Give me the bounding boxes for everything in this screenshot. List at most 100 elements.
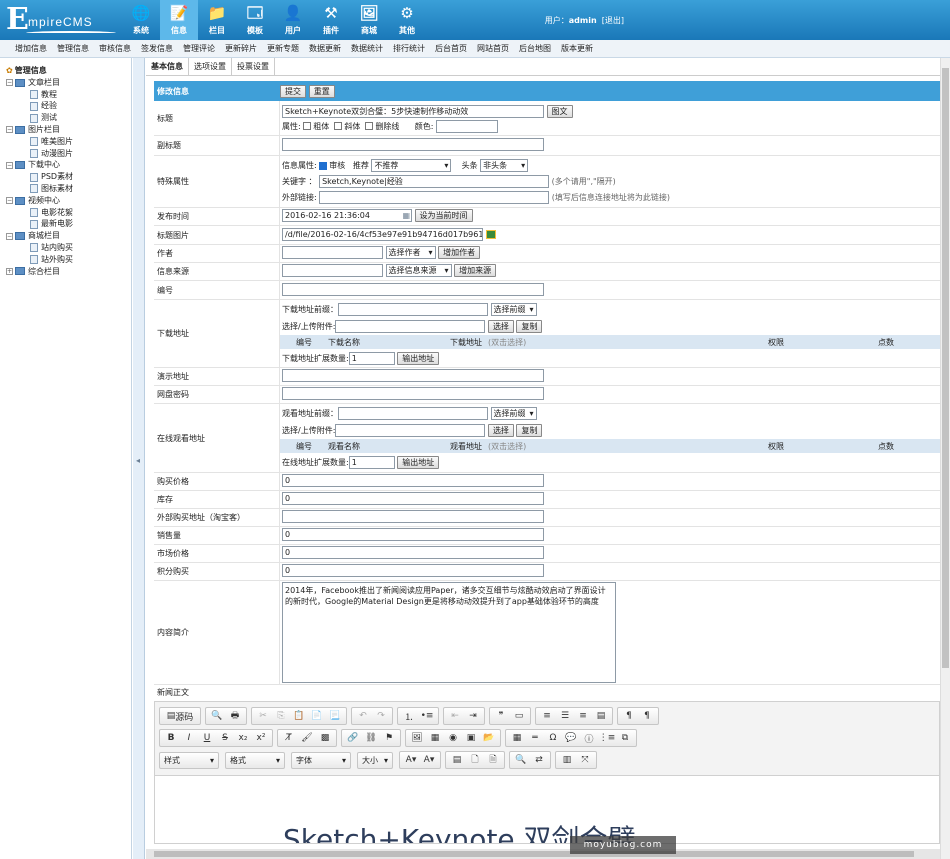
points-input[interactable]: 0 [282, 564, 544, 577]
tree-item[interactable]: 最新电影 [6, 218, 131, 230]
expand-toggle-icon[interactable]: − [6, 161, 13, 169]
headline-select[interactable]: 非头条 [480, 159, 529, 172]
pubtime-input[interactable]: 2016-02-16 21:36:04 ▦ [282, 209, 412, 222]
online-copy-button[interactable]: 复制 [516, 424, 543, 437]
justify-icon[interactable]: ▤ [592, 708, 610, 724]
download-expand-input[interactable]: 1 [348, 351, 395, 365]
outdent-icon[interactable]: ⇤ [446, 708, 464, 724]
div-icon[interactable]: ▭ [510, 708, 528, 724]
expand-toggle-icon[interactable]: + [6, 267, 13, 275]
expand-toggle-icon[interactable]: − [6, 126, 13, 134]
download-prefix-select[interactable]: 选择前缀 [490, 303, 537, 316]
cut-icon[interactable]: ✂ [254, 708, 272, 724]
iframe-icon[interactable]: ⧉ [616, 730, 634, 746]
subnav-item[interactable]: 后台地图 [514, 40, 556, 57]
subnav-item[interactable]: 网站首页 [472, 40, 514, 57]
taobao-input[interactable] [282, 510, 544, 523]
source-button[interactable]: ▤ 源码 [162, 708, 198, 724]
download-upload-input[interactable] [335, 320, 486, 333]
tree-item[interactable]: 站外购买 [6, 254, 131, 266]
show-blocks-icon[interactable]: ▥ [558, 752, 576, 768]
style-dropdown[interactable]: 样式 ▾ [159, 751, 219, 769]
superscript-icon[interactable]: x² [252, 730, 270, 746]
recommend-select[interactable]: 不推荐 [371, 159, 452, 172]
media-icon[interactable]: ◉ [444, 730, 462, 746]
font-dropdown[interactable]: 字体 ▾ [291, 751, 351, 769]
tree-group[interactable]: − 商城栏目 [6, 230, 131, 242]
titlepic-input[interactable]: /d/file/2016-02-16/4cf53e97e91b94716d017… [282, 228, 483, 241]
tree-group[interactable]: − 下载中心 [6, 159, 131, 171]
tree-item[interactable]: 电影花絮 [6, 207, 131, 219]
italic-checkbox[interactable] [334, 122, 343, 130]
tree-group[interactable]: − 文章栏目 [6, 77, 131, 89]
tree-item[interactable]: 唯美图片 [6, 136, 131, 148]
size-dropdown[interactable]: 大小 ▾ [357, 751, 393, 769]
anchor-icon[interactable]: ⚑ [380, 730, 398, 746]
ltr-icon[interactable]: ¶ [620, 708, 638, 724]
indent-icon[interactable]: ⇥ [464, 708, 482, 724]
nav-template[interactable]: 🗔 模板 [236, 0, 274, 40]
flash-icon[interactable]: ▦ [426, 730, 444, 746]
maximize-icon[interactable]: ⤧ [576, 752, 594, 768]
tree-item[interactable]: 测试 [6, 112, 131, 124]
bold-checkbox[interactable] [303, 122, 312, 130]
calendar-icon[interactable]: ▦ [402, 210, 410, 221]
format-dropdown[interactable]: 格式 ▾ [225, 751, 285, 769]
unlink-icon[interactable]: ⛓ [362, 730, 380, 746]
download-output-button[interactable]: 输出地址 [397, 351, 440, 365]
title-color-input[interactable] [435, 119, 498, 133]
table-icon[interactable]: ▦ [508, 730, 526, 746]
subnav-item[interactable]: 数据统计 [346, 40, 388, 57]
tree-group[interactable]: − 视频中心 [6, 195, 131, 207]
bold-icon[interactable]: B [162, 730, 180, 746]
intro-textarea[interactable]: 2014年，Facebook推出了新闻阅读应用Paper，诸多交互细节与炫酷动效… [282, 582, 616, 683]
stock-input[interactable]: 0 [282, 492, 544, 505]
link-icon[interactable]: 🔗 [344, 730, 362, 746]
add-source-button[interactable]: 增加来源 [454, 264, 497, 277]
source-select[interactable]: 选择信息来源 [385, 264, 452, 277]
undo-icon[interactable]: ↶ [354, 708, 372, 724]
align-center-icon[interactable]: ☰ [556, 708, 574, 724]
expand-toggle-icon[interactable]: − [6, 197, 13, 205]
download-choose-button[interactable]: 选择 [487, 320, 514, 333]
tree-group[interactable]: + 综合栏目 [6, 266, 131, 278]
vertical-scrollbar[interactable] [940, 58, 950, 859]
online-upload-input[interactable] [335, 424, 486, 437]
tree-group[interactable]: − 图片栏目 [6, 124, 131, 136]
expand-toggle-icon[interactable]: − [6, 79, 13, 87]
hr-icon[interactable]: ═ [526, 730, 544, 746]
underline-icon[interactable]: U [198, 730, 216, 746]
number-input[interactable] [282, 283, 544, 296]
subnav-item[interactable]: 后台首页 [430, 40, 472, 57]
strike-icon[interactable]: S [216, 730, 234, 746]
horizontal-scrollbar[interactable] [146, 849, 940, 859]
subnav-item[interactable]: 排行统计 [388, 40, 430, 57]
subnav-item[interactable]: 更新专题 [262, 40, 304, 57]
text-color-icon[interactable]: A▾ [402, 752, 420, 768]
subnav-item[interactable]: 更新碎片 [220, 40, 262, 57]
align-right-icon[interactable]: ≡ [574, 708, 592, 724]
audit-checkbox[interactable] [319, 161, 328, 170]
preview-icon[interactable]: 🔍 [208, 708, 226, 724]
download-copy-button[interactable]: 复制 [516, 320, 543, 333]
bg-color-icon[interactable]: A▾ [420, 752, 438, 768]
nav-gear[interactable]: ⚙ 其他 [388, 0, 426, 40]
title-image-button[interactable]: 图文 [546, 104, 573, 118]
author-select[interactable]: 选择作者 [385, 246, 436, 259]
nav-edit[interactable]: 📝 信息 [160, 0, 198, 40]
price-input[interactable]: 0 [282, 474, 544, 487]
subnav-item[interactable]: 管理信息 [52, 40, 94, 57]
tree-item[interactable]: PSD素材 [6, 171, 131, 183]
expand-toggle-icon[interactable]: − [6, 232, 13, 240]
format-painter-icon[interactable]: 🖌 [298, 730, 316, 746]
folder-icon[interactable]: 📂 [480, 730, 498, 746]
paste-word-icon[interactable]: 📃 [326, 708, 344, 724]
tab-item[interactable]: 投票设置 [232, 58, 275, 75]
bullet-list-icon[interactable]: •≡ [418, 708, 436, 724]
new-page-icon[interactable]: 🗋 [466, 752, 484, 768]
strike-checkbox[interactable] [365, 122, 374, 130]
download-prefix-input[interactable] [338, 303, 488, 316]
tree-root[interactable]: ✿ 管理信息 [6, 65, 131, 77]
tree-item[interactable]: 教程 [6, 89, 131, 101]
tab-item[interactable]: 选项设置 [189, 58, 232, 75]
